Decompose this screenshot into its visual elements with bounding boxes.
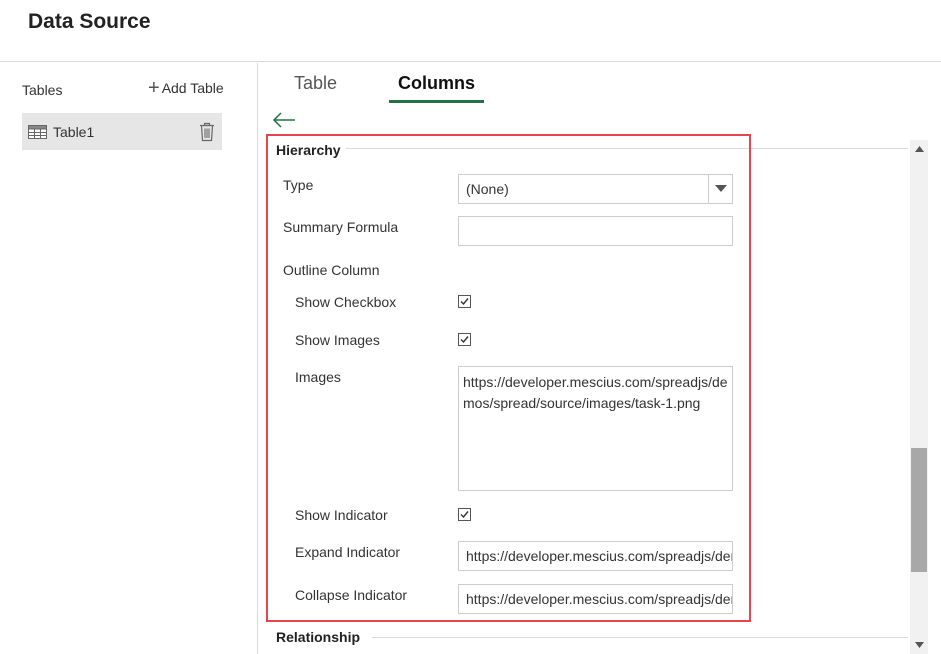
tab-table[interactable]: Table [294, 73, 337, 94]
scrollbar-thumb[interactable] [911, 448, 927, 572]
relationship-section-title: Relationship [276, 629, 361, 645]
page-title: Data Source [28, 10, 151, 33]
expand-indicator-input[interactable]: https://developer.mescius.com/spreadjs/d… [458, 541, 733, 571]
hierarchy-section-title: Hierarchy [276, 142, 341, 158]
show-images-label: Show Images [295, 332, 380, 348]
tab-bar: Table Columns [258, 63, 941, 103]
header: Data Source [0, 0, 941, 62]
add-table-button[interactable]: + Add Table [148, 77, 224, 99]
divider [346, 148, 908, 149]
check-icon [460, 336, 469, 344]
sidebar-item-label: Table1 [53, 123, 95, 140]
outline-column-label: Outline Column [283, 262, 380, 278]
scroll-up-icon[interactable] [910, 140, 928, 158]
vertical-scrollbar[interactable] [910, 140, 928, 654]
show-indicator-checkbox[interactable] [458, 508, 471, 521]
sidebar-item-table1[interactable]: Table1 [22, 113, 222, 150]
images-label: Images [295, 369, 341, 385]
check-icon [460, 298, 469, 306]
check-icon [460, 511, 469, 519]
type-select[interactable]: (None) [458, 174, 733, 204]
show-indicator-label: Show Indicator [295, 507, 388, 523]
show-images-checkbox[interactable] [458, 333, 471, 346]
table-icon [28, 124, 47, 139]
type-label: Type [283, 177, 314, 193]
tab-columns[interactable]: Columns [388, 73, 485, 103]
summary-formula-label: Summary Formula [283, 219, 399, 235]
add-table-label: Add Table [161, 80, 224, 96]
column-properties-panel: Hierarchy Type (None) Summary Formula Ou… [266, 135, 908, 654]
trash-icon[interactable] [199, 122, 215, 142]
show-checkbox-label: Show Checkbox [295, 294, 397, 310]
collapse-indicator-label: Collapse Indicator [295, 587, 408, 603]
scroll-down-icon[interactable] [910, 636, 928, 654]
expand-indicator-label: Expand Indicator [295, 544, 401, 560]
collapse-indicator-input[interactable]: https://developer.mescius.com/spreadjs/d… [458, 584, 733, 614]
plus-icon: + [148, 77, 160, 99]
tables-label: Tables [22, 82, 63, 98]
summary-formula-input[interactable] [458, 216, 733, 246]
show-checkbox-checkbox[interactable] [458, 295, 471, 308]
type-select-value: (None) [466, 181, 509, 197]
arrow-left-icon[interactable] [271, 110, 297, 130]
divider [372, 637, 908, 638]
tables-sidebar: Tables + Add Table Table1 [0, 63, 258, 654]
caret-down-icon[interactable] [708, 175, 732, 203]
images-textarea[interactable]: https://developer.mescius.com/spreadjs/d… [458, 366, 733, 491]
